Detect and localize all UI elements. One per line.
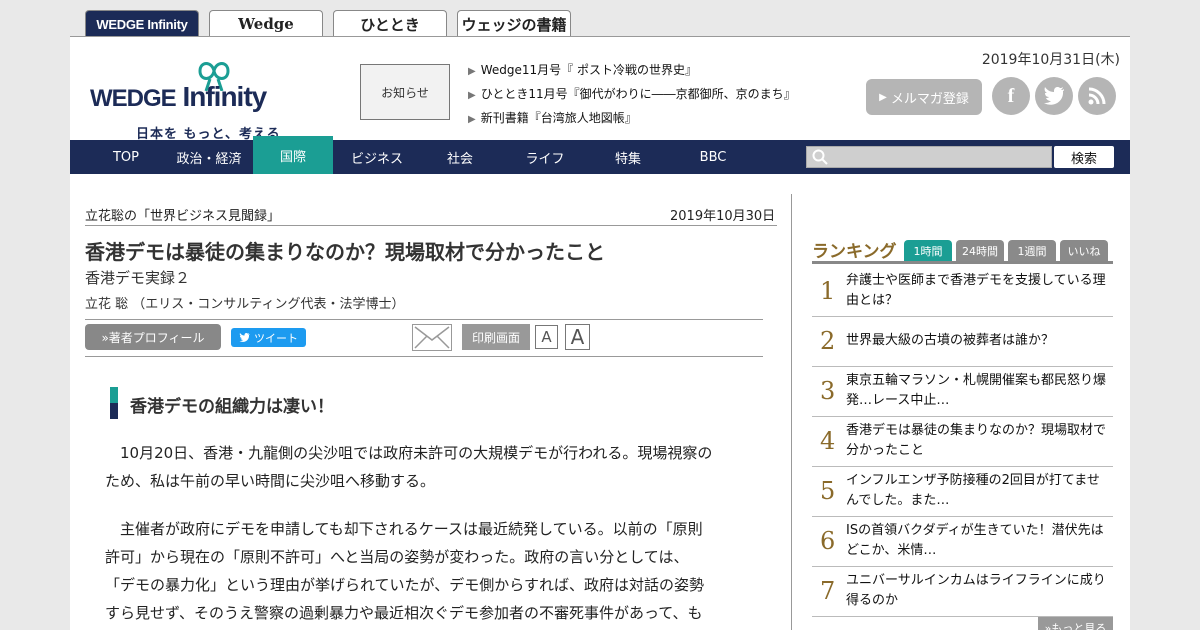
news-item[interactable]: 新刊書籍『台湾旅人地図帳』	[468, 107, 796, 131]
divider	[85, 356, 763, 357]
nav-item-society[interactable]: 社会	[422, 140, 498, 174]
divider	[85, 225, 777, 226]
play-icon: ▶	[879, 91, 887, 103]
twitter-icon	[239, 333, 250, 342]
envelope-icon	[414, 326, 450, 349]
ranking-more-button[interactable]: »もっと見る	[1038, 617, 1113, 630]
site-tabs: WEDGE Infinity Wedge ひととき ウェッジの書籍	[85, 10, 571, 37]
series-link[interactable]: 立花聡の「世界ビジネス見聞録」	[85, 205, 280, 224]
article-subtitle: 香港デモ実録２	[85, 269, 191, 287]
rank-title: 香港デモは暴徒の集まりなのか？現場取材で分かったこと	[846, 423, 1107, 458]
rank-number: 1	[820, 277, 836, 305]
rank-title: 弁護士や医師まで香港デモを支援している理由とは？	[846, 273, 1106, 308]
news-item[interactable]: ひととき11月号『御代がわりに――京都御所、京のまち』	[468, 83, 796, 107]
ranking-item[interactable]: 3 東京五輪マラソン・札幌開催案も都民怒り爆発…レース中止…	[812, 367, 1113, 417]
current-date: 2019年10月31日(木)	[981, 52, 1120, 68]
notice-button[interactable]: お知らせ	[360, 64, 450, 120]
section-heading: 香港デモの組織力は凄い！	[130, 397, 334, 417]
logo-text: WEDGE Infinity	[90, 81, 267, 112]
article-title: 香港デモは暴徒の集まりなのか？現場取材で分かったこと	[85, 240, 605, 264]
rank-number: 6	[820, 527, 836, 555]
nav-item-special[interactable]: 特集	[590, 140, 666, 174]
rank-title: ISの首領バクダディが生きていた！潜伏先はどこか、米情…	[846, 523, 1104, 558]
mail-share-icon[interactable]	[412, 324, 452, 351]
rss-icon[interactable]	[1078, 77, 1116, 115]
facebook-icon[interactable]: f	[992, 77, 1030, 115]
ranking-item[interactable]: 4 香港デモは暴徒の集まりなのか？現場取材で分かったこと	[812, 417, 1113, 467]
site-logo[interactable]: WEDGE Infinity 日本を もっと、考える	[90, 55, 320, 142]
column-divider	[791, 194, 792, 630]
page: WEDGE Infinity 日本を もっと、考える お知らせ Wedge11月…	[70, 36, 1130, 630]
site-tab-wedge-infinity[interactable]: WEDGE Infinity	[85, 10, 199, 37]
search-button[interactable]: 検索	[1054, 146, 1114, 168]
ranking-tab-likes[interactable]: いいね	[1060, 240, 1108, 262]
heading-marker	[110, 387, 118, 419]
ranking-title: ランキング	[812, 242, 897, 262]
ranking-tab-1w[interactable]: 1週間	[1008, 240, 1056, 262]
nav-item-business[interactable]: ビジネス	[338, 140, 416, 174]
nav-item-bbc[interactable]: BBC	[674, 140, 752, 174]
divider	[85, 319, 763, 320]
ranking-item[interactable]: 5 インフルエンザ予防接種の2回目が打てませんでした。また…	[812, 467, 1113, 517]
font-size-small-button[interactable]: A	[535, 325, 558, 349]
rank-number: 5	[820, 477, 836, 505]
news-item[interactable]: Wedge11月号『 ポスト冷戦の世界史』	[468, 59, 796, 83]
bird-icon	[1044, 87, 1064, 105]
rss-waves-icon	[1088, 87, 1106, 105]
paragraph: 10月20日、香港・九龍側の尖沙咀では政府未許可の大規模デモが行われる。現場視察…	[105, 444, 713, 490]
site-tab-books[interactable]: ウェッジの書籍	[457, 10, 571, 37]
main-nav: TOP 政治・経済 国際 ビジネス 社会 ライフ 特集 BBC 検索	[70, 136, 1130, 174]
mailmag-button[interactable]: ▶ メルマガ登録	[866, 79, 982, 115]
ranking-item[interactable]: 2 世界最大級の古墳の被葬者は誰か？	[812, 317, 1113, 367]
ranking-tab-24h[interactable]: 24時間	[956, 240, 1004, 262]
nav-item-life[interactable]: ライフ	[506, 140, 584, 174]
rank-title: 東京五輪マラソン・札幌開催案も都民怒り爆発…レース中止…	[846, 373, 1107, 408]
publish-date: 2019年10月30日	[670, 209, 776, 224]
site-tab-wedge[interactable]: Wedge	[209, 10, 323, 37]
ranking-tab-1h[interactable]: 1時間	[904, 240, 952, 262]
search-input[interactable]	[806, 146, 1052, 168]
search-icon	[812, 149, 828, 165]
news-list: Wedge11月号『 ポスト冷戦の世界史』 ひととき11月号『御代がわりに――京…	[468, 59, 796, 131]
author-profile-button[interactable]: »著者プロフィール	[85, 324, 221, 350]
rank-title: インフルエンザ予防接種の2回目が打てませんでした。また…	[846, 473, 1100, 508]
site-tab-hitotoki[interactable]: ひととき	[333, 10, 447, 37]
ranking-underline	[812, 261, 1113, 264]
rank-number: 7	[820, 577, 836, 605]
rank-title: 世界最大級の古墳の被葬者は誰か？	[846, 333, 1055, 348]
nav-item-politics[interactable]: 政治・経済	[166, 140, 252, 174]
nav-item-international[interactable]: 国際	[253, 136, 333, 174]
tweet-button[interactable]: ツイート	[231, 328, 306, 347]
rank-title: ユニバーサルインカムはライフラインに成り得るのか	[846, 573, 1106, 608]
ranking-item[interactable]: 6 ISの首領バクダディが生きていた！潜伏先はどこか、米情…	[812, 517, 1113, 567]
twitter-icon[interactable]	[1035, 77, 1073, 115]
article-author: 立花 聡 （エリス・コンサルティング代表・法学博士）	[85, 297, 405, 312]
rank-number: 2	[820, 327, 836, 355]
rank-number: 4	[820, 427, 836, 455]
ranking-item[interactable]: 1 弁護士や医師まで香港デモを支援している理由とは？	[812, 267, 1113, 317]
nav-item-top[interactable]: TOP	[90, 140, 162, 174]
font-size-large-button[interactable]: A	[565, 324, 590, 350]
ranking-item[interactable]: 7 ユニバーサルインカムはライフラインに成り得るのか	[812, 567, 1113, 617]
print-button[interactable]: 印刷画面	[462, 324, 530, 350]
paragraph: 主催者が政府にデモを申請しても却下されるケースは最近続発している。以前の「原則許…	[105, 520, 704, 622]
rank-number: 3	[820, 377, 836, 405]
